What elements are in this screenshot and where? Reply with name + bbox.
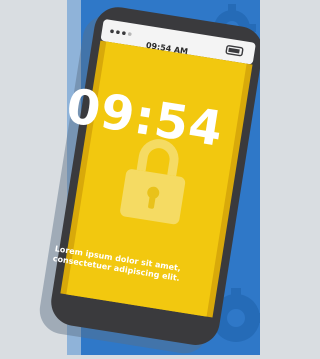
- lockscreen-illustration: 09:54 AM 09:54 Lorem ipsum dolor sit ame…: [0, 0, 267, 355]
- phone-scene-svg: [0, 0, 267, 355]
